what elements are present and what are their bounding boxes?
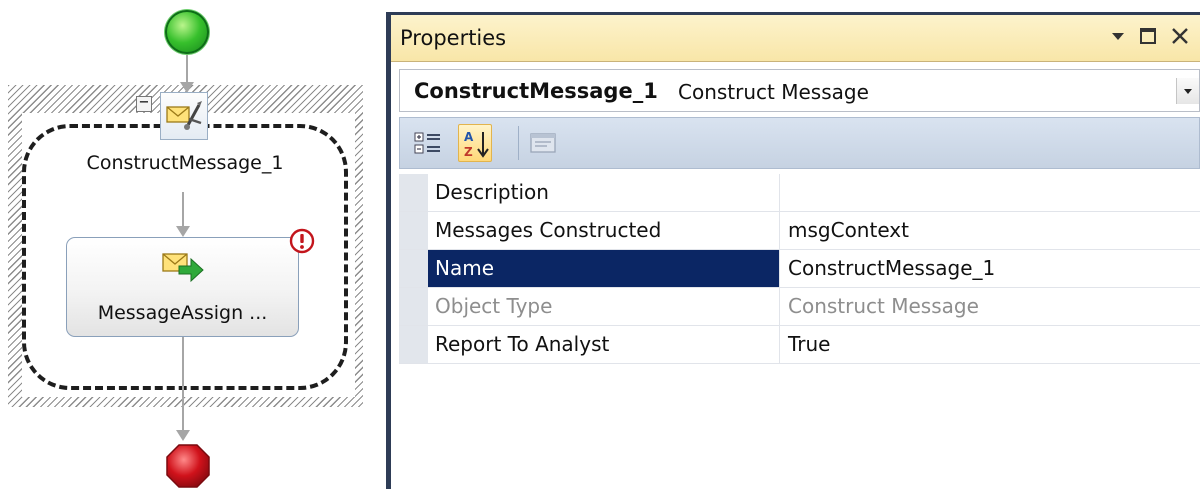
close-icon[interactable] (1168, 24, 1192, 48)
property-grid: Description Messages Constructed msgCont… (399, 174, 1200, 364)
property-key: Report To Analyst (428, 326, 780, 363)
stop-octagon-icon[interactable] (166, 444, 210, 488)
connector-line (182, 337, 184, 433)
property-value[interactable]: ConstructMessage_1 (781, 250, 1200, 287)
property-row-messages-constructed[interactable]: Messages Constructed msgContext (399, 212, 1200, 250)
properties-title: Properties (400, 26, 507, 50)
construct-message-icon[interactable] (160, 92, 208, 140)
error-badge-icon[interactable] (289, 228, 315, 254)
object-name: ConstructMessage_1 (414, 79, 658, 103)
property-key: Name (428, 250, 780, 287)
scope-label: ConstructMessage_1 (86, 152, 284, 174)
property-row-report-to-analyst[interactable]: Report To Analyst True (399, 326, 1200, 364)
property-key: Object Type (428, 288, 780, 325)
object-type: Construct Message (678, 80, 869, 104)
start-circle-icon[interactable] (165, 10, 209, 54)
categorized-icon[interactable] (412, 124, 446, 162)
message-assignment-icon (161, 248, 205, 284)
collapse-button[interactable]: − (136, 96, 152, 112)
connector-line (182, 192, 184, 228)
property-key: Messages Constructed (428, 212, 780, 249)
property-value: Construct Message (788, 294, 979, 318)
chevron-down-icon[interactable] (1176, 78, 1199, 104)
property-row-name[interactable]: Name ConstructMessage_1 (399, 250, 1200, 288)
maximize-icon[interactable] (1136, 24, 1160, 48)
property-row-description[interactable]: Description (399, 174, 1200, 212)
svg-text:A: A (464, 130, 474, 144)
properties-window: Properties ConstructMessage_1 Construct … (386, 12, 1200, 489)
toolbar-separator (518, 126, 519, 160)
property-value[interactable]: msgContext (781, 212, 1200, 249)
connector-arrow (176, 226, 190, 237)
connector-line (186, 54, 188, 84)
message-assignment-shape[interactable]: MessageAssign ... (66, 237, 299, 337)
alphabetical-icon[interactable]: A Z (458, 124, 492, 162)
shape-label: MessageAssign ... (97, 302, 268, 324)
property-row-object-type[interactable]: Object Type Construct Message (399, 288, 1200, 326)
property-key: Description (428, 174, 780, 211)
properties-toolbar: A Z (399, 117, 1200, 169)
orchestration-designer: − ConstructMessage_1 MessageAssign ... (0, 0, 385, 489)
properties-title-bar[interactable]: Properties (391, 15, 1200, 62)
dropdown-icon[interactable] (1106, 24, 1130, 48)
svg-text:Z: Z (464, 145, 473, 159)
object-selector[interactable]: ConstructMessage_1 Construct Message (399, 69, 1200, 112)
property-value[interactable] (781, 174, 1200, 211)
property-value[interactable]: True (781, 326, 1200, 363)
property-pages-icon[interactable] (526, 124, 560, 162)
property-grid-empty-area (399, 368, 1200, 489)
connector-arrow (176, 430, 190, 441)
